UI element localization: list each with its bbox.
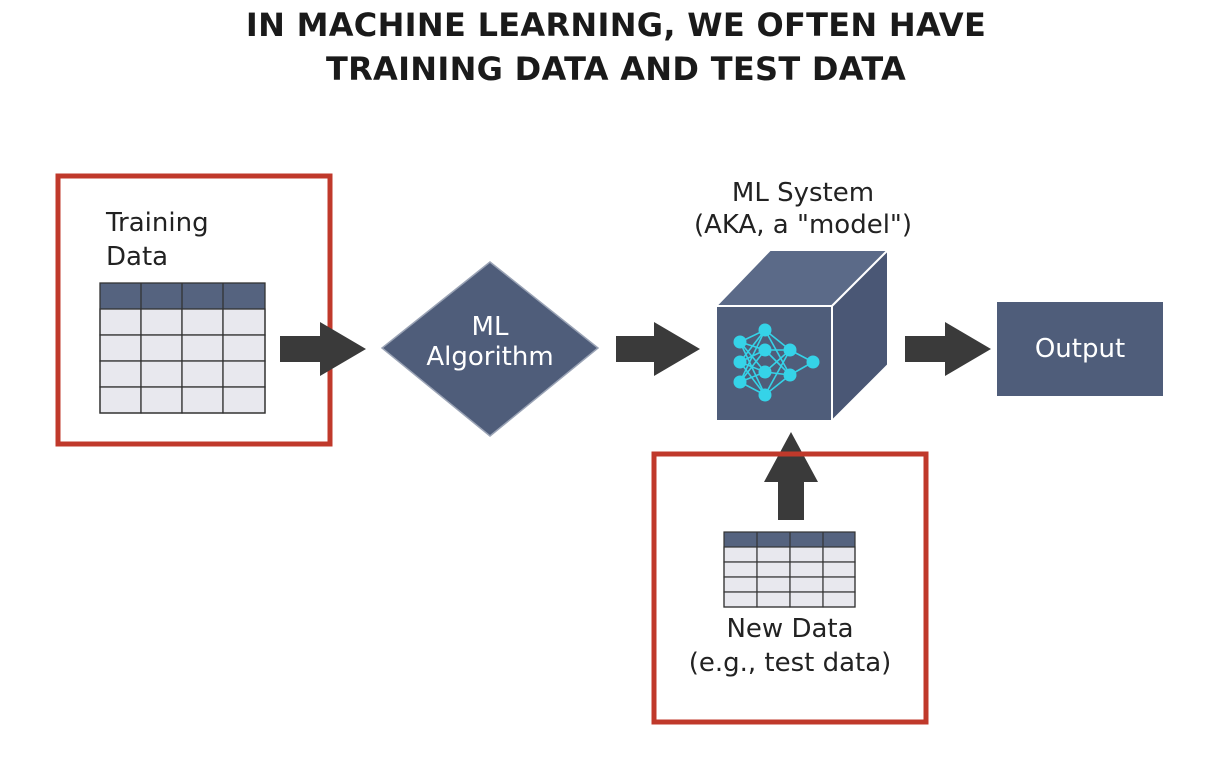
new-data-label-line-1: New Data <box>726 614 854 644</box>
flow-diagram <box>55 173 1163 725</box>
ml-system-cube <box>713 247 891 424</box>
training-data-label-line-1: Training <box>106 208 209 238</box>
output-label: Output <box>1034 334 1126 364</box>
new-data-label-line-2: (e.g., test data) <box>688 648 892 678</box>
diagram-page: IN MACHINE LEARNING, WE OFTEN HAVE TRAIN… <box>0 0 1232 774</box>
arrow-right-icon <box>280 322 366 376</box>
new-data-table-icon <box>723 531 856 608</box>
training-data-label-line-2: Data <box>106 242 169 272</box>
ml-algorithm-label-line-2: Algorithm <box>426 342 554 372</box>
arrow-right-icon <box>905 322 991 376</box>
ml-system-label-line-1: ML System <box>731 178 875 208</box>
ml-system-label-line-2: (AKA, a "model") <box>693 210 913 240</box>
ml-algorithm-label-line-1: ML <box>471 312 509 342</box>
arrow-right-icon <box>616 322 700 376</box>
training-data-table-icon <box>99 282 266 414</box>
arrow-up-icon <box>764 432 818 520</box>
